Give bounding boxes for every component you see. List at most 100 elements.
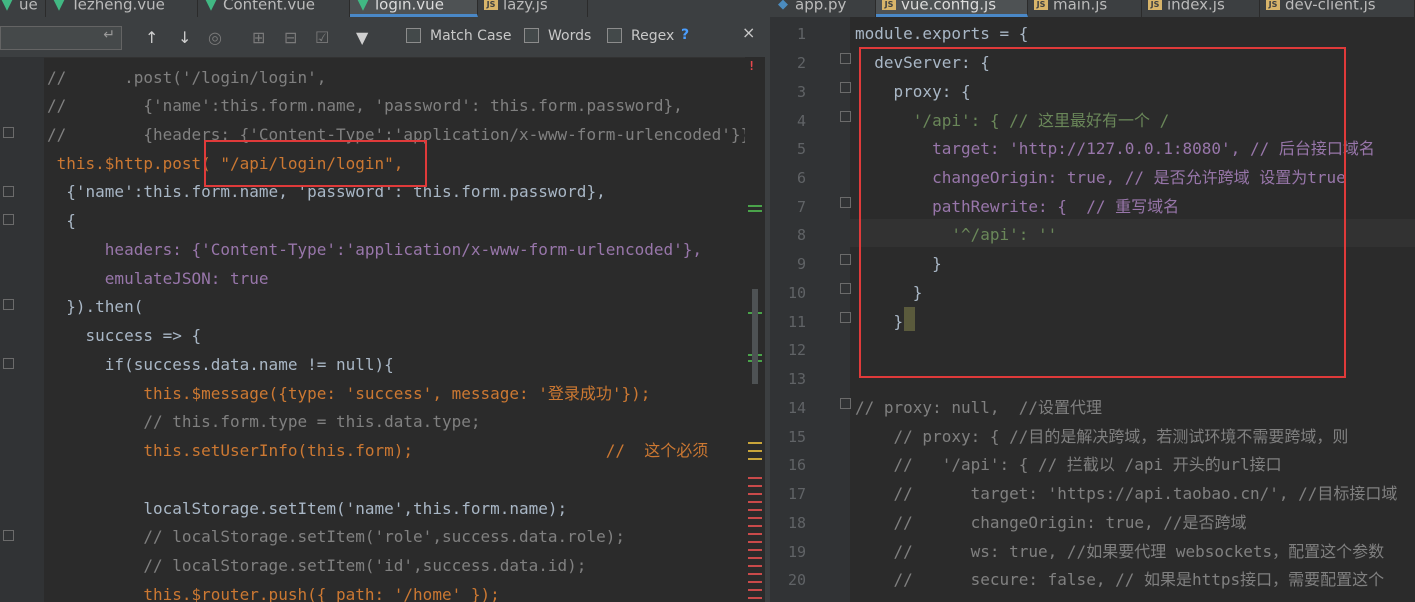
code-line: this.$message({type: 'success', message:… <box>47 384 651 403</box>
remove-occurrence-icon[interactable]: ⊟ <box>284 28 297 47</box>
fold-marker-icon[interactable] <box>840 283 851 294</box>
code-line: // ws: true, //如果要代理 websockets，配置这个参数 <box>855 542 1385 561</box>
warning-mark <box>748 450 762 452</box>
regex-label: Regex <box>631 28 675 44</box>
find-bar: ↵ ↑ ↓ ◎ ⊞ ⊟ ☑ ▼ Match Case Words Regex ?… <box>0 17 765 58</box>
tab-main-js[interactable]: JS main.js <box>1028 0 1142 17</box>
error-mark <box>748 541 762 543</box>
tab-app-py[interactable]: ◆ app.py <box>770 0 876 17</box>
tab-index-js[interactable]: JS index.js <box>1142 0 1260 17</box>
error-mark <box>748 565 762 567</box>
tab-content-vue[interactable]: ▼ Content.vue <box>198 0 350 17</box>
fold-marker-icon[interactable] <box>840 197 851 208</box>
change-mark <box>748 205 762 207</box>
line-number: 6 <box>796 169 806 187</box>
code-line: // proxy: null, //设置代理 <box>855 398 1103 417</box>
fold-marker-icon[interactable] <box>3 186 14 197</box>
highlight-box-devserver <box>859 47 1346 378</box>
line-number: 16 <box>787 456 806 474</box>
tab-lazy-js[interactable]: JS lazy.js <box>478 0 588 17</box>
fold-marker-icon[interactable] <box>840 312 851 323</box>
code-line: // {'name':this.form.name, 'password': t… <box>47 96 683 115</box>
tab-login-vue[interactable]: ▼ login.vue <box>350 0 478 17</box>
fold-marker-icon[interactable] <box>840 398 851 409</box>
next-occurrence-icon[interactable]: ↓ <box>178 28 191 47</box>
line-number: 5 <box>796 140 806 158</box>
line-number: 4 <box>796 112 806 130</box>
error-mark <box>748 557 762 559</box>
code-line: this.setUserInfo(this.form); // 这个必须 <box>47 441 709 460</box>
change-mark <box>748 210 762 212</box>
search-box[interactable]: ↵ <box>0 26 122 50</box>
error-mark <box>748 573 762 575</box>
code-line: localStorage.setItem('name',this.form.na… <box>47 499 568 518</box>
fold-marker-icon[interactable] <box>3 214 14 225</box>
line-number: 8 <box>796 226 806 244</box>
tab-dev-client-js[interactable]: JS dev-client.js <box>1260 0 1415 17</box>
tab-ue[interactable]: ▼ ue <box>0 0 46 17</box>
warning-mark <box>748 442 762 444</box>
add-occurrence-icon[interactable]: ⊞ <box>252 28 265 47</box>
regex-help-icon[interactable]: ? <box>681 27 689 43</box>
error-mark <box>748 549 762 551</box>
match-case-label: Match Case <box>430 28 512 44</box>
vue-icon: ▼ <box>1 0 13 13</box>
code-line: // target: 'https://api.taobao.cn/', //目… <box>855 484 1398 503</box>
line-number: 11 <box>787 313 806 331</box>
code-line: module.exports = { <box>855 24 1029 43</box>
code-line: { <box>47 211 76 230</box>
error-mark <box>748 533 762 535</box>
code-line: // changeOrigin: true, //是否跨域 <box>855 513 1247 532</box>
line-number: 12 <box>787 341 806 359</box>
warning-mark <box>748 458 762 460</box>
error-mark <box>748 493 762 495</box>
js-icon: JS <box>882 0 896 10</box>
vue-icon: ▼ <box>205 0 217 13</box>
vue-icon: ▼ <box>357 0 369 13</box>
words-label: Words <box>548 28 592 44</box>
fold-marker-icon[interactable] <box>840 82 851 93</box>
previous-occurrence-icon[interactable]: ↑ <box>145 28 158 47</box>
error-indicator-icon[interactable]: ! <box>748 59 755 73</box>
line-number: 15 <box>787 428 806 446</box>
code-line: // localStorage.setItem('id',success.dat… <box>47 556 587 575</box>
filter-icon[interactable]: ▼ <box>356 28 368 47</box>
left-error-stripe <box>745 57 765 602</box>
fold-marker-icon[interactable] <box>3 299 14 310</box>
code-line: headers: {'Content-Type':'application/x-… <box>47 240 703 259</box>
fold-marker-icon[interactable] <box>3 358 14 369</box>
code-line: // .post('/login/login', <box>47 68 327 87</box>
error-mark <box>748 597 762 599</box>
right-tab-bar: ◆ app.py JS vue.config.js JS main.js JS inde… <box>770 0 1415 17</box>
tab-tezheng-vue[interactable]: ▼ Tezheng.vue <box>46 0 198 17</box>
left-editor-pane: ▼ ue ▼ Tezheng.vue ▼ Content.vue ▼ login.vue… <box>0 0 765 602</box>
fold-marker-icon[interactable] <box>840 111 851 122</box>
match-case-checkbox[interactable] <box>406 28 421 43</box>
error-mark <box>748 525 762 527</box>
search-input[interactable] <box>1 27 95 49</box>
line-number: 13 <box>787 370 806 388</box>
tab-vue-config-js[interactable]: JS vue.config.js <box>876 0 1028 17</box>
line-number: 14 <box>787 399 806 417</box>
line-number: 19 <box>787 543 806 561</box>
close-find-bar-icon[interactable]: × <box>742 23 755 42</box>
fold-marker-icon[interactable] <box>3 530 14 541</box>
code-line: success => { <box>47 326 202 345</box>
line-number: 9 <box>796 255 806 273</box>
fold-marker-icon[interactable] <box>3 127 14 138</box>
find-all-icon[interactable]: ◎ <box>208 28 222 47</box>
line-number: 17 <box>787 485 806 503</box>
regex-checkbox[interactable] <box>607 28 622 43</box>
highlight-box-api-url <box>204 140 427 187</box>
line-number: 2 <box>796 54 806 72</box>
line-number: 7 <box>796 198 806 216</box>
select-all-occurrences-icon[interactable]: ☑ <box>315 28 329 47</box>
left-tab-bar: ▼ ue ▼ Tezheng.vue ▼ Content.vue ▼ login.vue… <box>0 0 765 17</box>
error-mark <box>748 581 762 583</box>
fold-marker-icon[interactable] <box>840 254 851 265</box>
words-checkbox[interactable] <box>524 28 539 43</box>
scrollbar-thumb[interactable] <box>752 289 758 384</box>
fold-marker-icon[interactable] <box>840 53 851 64</box>
python-icon: ◆ <box>778 0 788 12</box>
error-mark <box>748 485 762 487</box>
